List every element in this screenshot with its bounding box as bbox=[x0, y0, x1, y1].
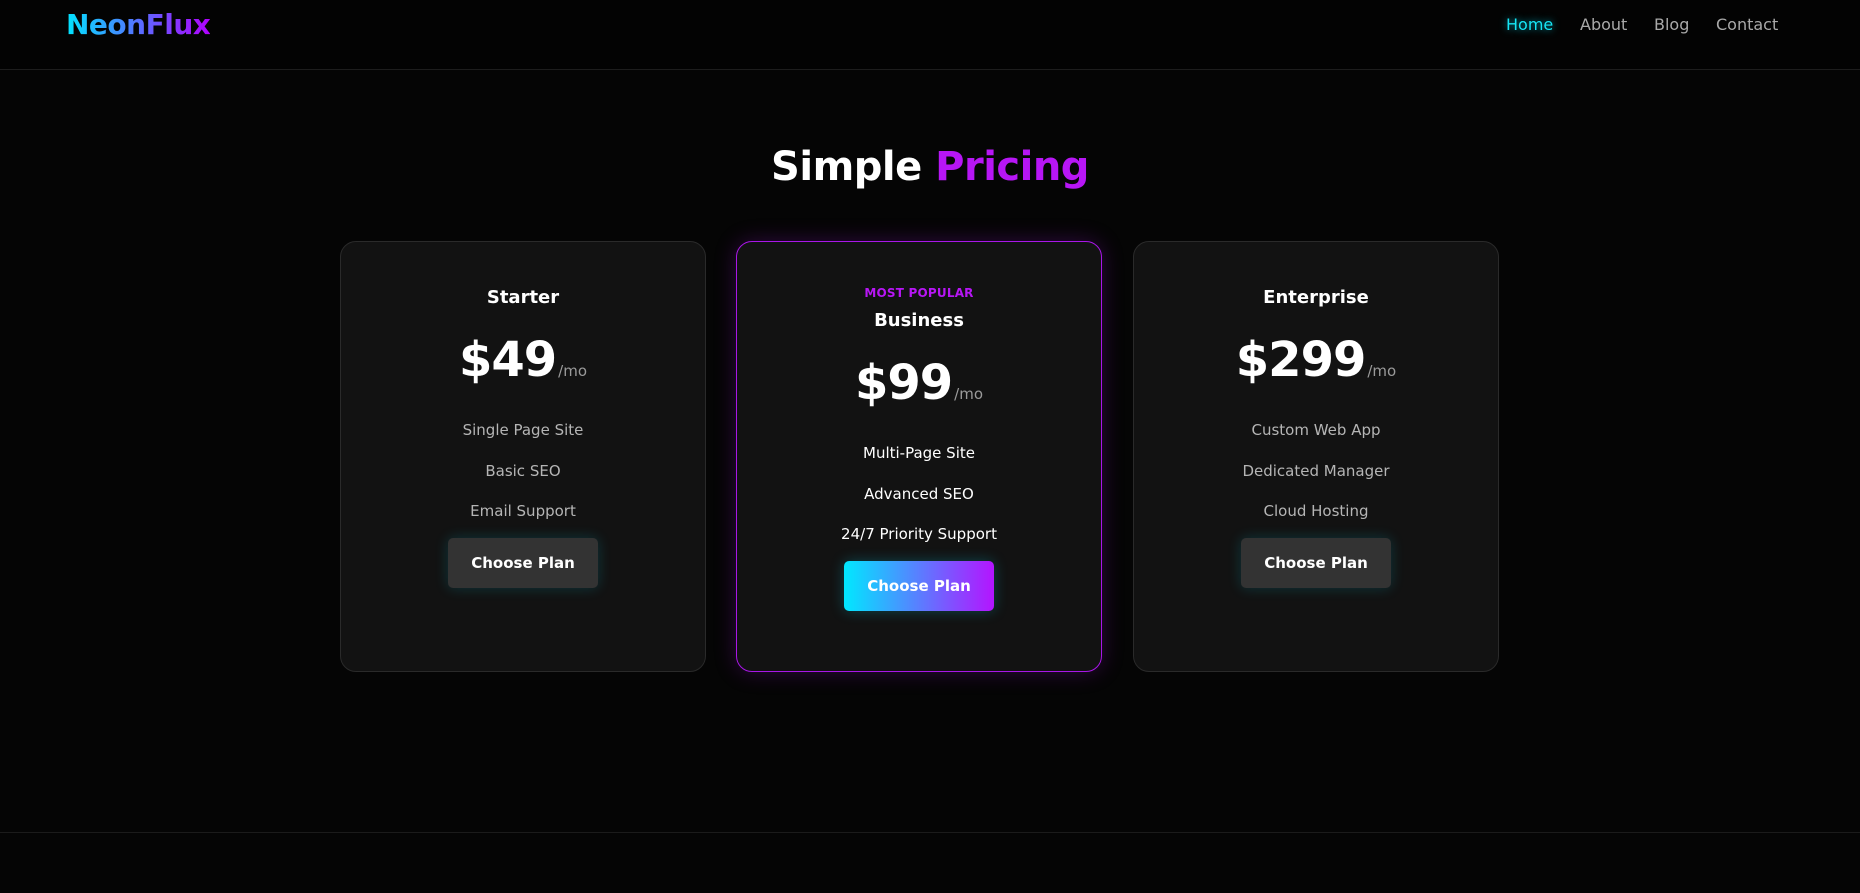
nav-link-home[interactable]: Home bbox=[1506, 15, 1553, 34]
feature-item: Dedicated Manager bbox=[1242, 461, 1390, 480]
nav-link-contact[interactable]: Contact bbox=[1716, 15, 1778, 34]
price-row: $99/mo bbox=[737, 355, 1101, 413]
nav-link-blog[interactable]: Blog bbox=[1654, 15, 1689, 34]
plan-name: Business bbox=[874, 310, 964, 331]
feature-item: Cloud Hosting bbox=[1263, 502, 1369, 520]
feature-item: Single Page Site bbox=[462, 421, 584, 439]
price-row: $299/mo bbox=[1134, 332, 1498, 390]
pricing-card-business: MOST POPULAR Business $99/mo Multi-Page … bbox=[736, 241, 1102, 672]
plan-price: $99 bbox=[854, 355, 953, 411]
site-header: NeonFlux Home About Blog Contact bbox=[0, 0, 1860, 70]
feature-item: Multi-Page Site bbox=[863, 444, 975, 462]
plan-period: /mo bbox=[954, 385, 984, 403]
plan-price: $299 bbox=[1235, 332, 1367, 388]
plan-period: /mo bbox=[1367, 362, 1397, 380]
choose-plan-button-starter[interactable]: Choose Plan bbox=[448, 537, 598, 588]
feature-item: Advanced SEO bbox=[864, 484, 974, 503]
feature-list: Multi-Page Site Advanced SEO 24/7 Priori… bbox=[737, 433, 1101, 555]
feature-list: Single Page Site Basic SEO Email Support bbox=[341, 410, 705, 532]
feature-item: Email Support bbox=[470, 502, 576, 520]
feature-item: Custom Web App bbox=[1251, 421, 1381, 439]
brand-logo[interactable]: NeonFlux bbox=[66, 8, 211, 41]
choose-plan-button-business[interactable]: Choose Plan bbox=[844, 560, 994, 611]
feature-list: Custom Web App Dedicated Manager Cloud H… bbox=[1134, 410, 1498, 532]
choose-plan-button-enterprise[interactable]: Choose Plan bbox=[1241, 537, 1391, 588]
footer-divider bbox=[0, 832, 1860, 833]
pricing-card-enterprise: Enterprise $299/mo Custom Web App Dedica… bbox=[1133, 241, 1499, 672]
plan-name: Starter bbox=[486, 287, 560, 308]
pricing-title: Simple Pricing bbox=[0, 144, 1860, 190]
plan-name: Enterprise bbox=[1263, 287, 1369, 308]
price-row: $49/mo bbox=[341, 332, 705, 390]
feature-item: Basic SEO bbox=[485, 461, 561, 480]
pricing-title-accent: Pricing bbox=[935, 144, 1089, 190]
most-popular-badge: MOST POPULAR bbox=[864, 286, 974, 300]
pricing-card-starter: Starter $49/mo Single Page Site Basic SE… bbox=[340, 241, 706, 672]
plan-price: $49 bbox=[458, 332, 557, 388]
nav-link-about[interactable]: About bbox=[1580, 15, 1627, 34]
feature-item: 24/7 Priority Support bbox=[841, 525, 997, 543]
pricing-title-plain: Simple bbox=[771, 144, 922, 190]
plan-period: /mo bbox=[558, 362, 588, 380]
